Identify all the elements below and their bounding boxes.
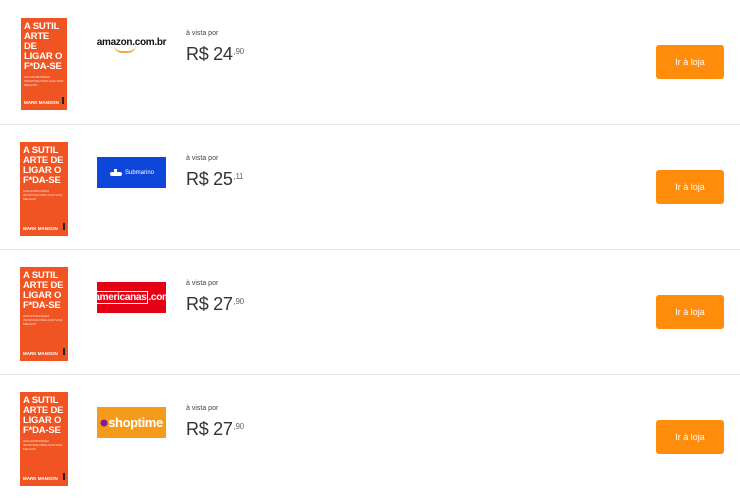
book-title: A SUTIL ARTE DE LIGAR O F*DA-SE xyxy=(24,21,63,72)
go-to-store-button[interactable]: Ir à loja xyxy=(656,295,724,329)
go-to-store-button[interactable]: Ir à loja xyxy=(656,170,724,204)
book-cover-image: A SUTIL ARTE DE LIGAR O F*DA-SE UMA ESTR… xyxy=(21,18,67,110)
price: R$ 27,90 xyxy=(186,419,244,440)
go-to-store-button[interactable]: Ir à loja xyxy=(656,45,724,79)
book-subtitle: UMA ESTRATÉGIA INUSITADA PARA UMA VIDA M… xyxy=(23,439,63,451)
book-author: MARK MANSON xyxy=(24,100,59,105)
publisher-mark xyxy=(62,97,64,104)
price-cents: ,90 xyxy=(233,47,245,56)
store-logo-shoptime: shoptime xyxy=(97,407,166,438)
book-author: MARK MANSON xyxy=(23,226,58,231)
price-label: à vista por xyxy=(186,30,219,37)
shoptime-mark-icon xyxy=(100,419,108,426)
store-logo-americanas: americanas .com xyxy=(92,282,171,313)
book-title: A SUTIL ARTE DE LIGAR O F*DA-SE xyxy=(23,395,64,436)
store-logo-text: Submarino xyxy=(124,169,154,176)
book-cover-image: A SUTIL ARTE DE LIGAR O F*DA-SE UMA ESTR… xyxy=(20,267,68,361)
price: R$ 24,90 xyxy=(186,44,244,65)
price: R$ 27,90 xyxy=(186,294,244,315)
price-label: à vista por xyxy=(186,280,219,287)
go-to-store-button[interactable]: Ir à loja xyxy=(656,420,724,454)
book-cover-image: A SUTIL ARTE DE LIGAR O F*DA-SE UMA ESTR… xyxy=(20,392,68,486)
book-subtitle: UMA ESTRATÉGIA INUSITADA PARA UMA VIDA M… xyxy=(23,314,63,326)
price-label: à vista por xyxy=(186,405,219,412)
price-main: R$ 25 xyxy=(186,169,233,189)
book-title: A SUTIL ARTE DE LIGAR O F*DA-SE xyxy=(23,145,64,186)
book-subtitle: UMA ESTRATÉGIA INUSITADA PARA UMA VIDA M… xyxy=(23,189,63,201)
book-subtitle: UMA ESTRATÉGIA INUSITADA PARA UMA VIDA M… xyxy=(24,75,64,87)
price-cents: ,90 xyxy=(233,297,245,306)
publisher-mark xyxy=(63,223,65,230)
price-main: R$ 27 xyxy=(186,419,233,439)
price-main: R$ 24 xyxy=(186,44,233,64)
store-logo-text: shoptime xyxy=(108,415,163,430)
offer-row-americanas: A SUTIL ARTE DE LIGAR O F*DA-SE UMA ESTR… xyxy=(0,250,740,375)
offer-row-shoptime: A SUTIL ARTE DE LIGAR O F*DA-SE UMA ESTR… xyxy=(0,375,740,500)
publisher-mark xyxy=(63,348,65,355)
offer-row-submarino: A SUTIL ARTE DE LIGAR O F*DA-SE UMA ESTR… xyxy=(0,125,740,250)
book-author: MARK MANSON xyxy=(23,351,58,356)
price: R$ 25,11 xyxy=(186,169,243,190)
price-main: R$ 27 xyxy=(186,294,233,314)
price-cents: ,11 xyxy=(233,172,244,181)
price-label: à vista por xyxy=(186,155,219,162)
amazon-smile-icon xyxy=(113,45,136,53)
price-cents: ,90 xyxy=(233,422,245,431)
publisher-mark xyxy=(63,473,65,480)
book-cover-image: A SUTIL ARTE DE LIGAR O F*DA-SE UMA ESTR… xyxy=(20,142,68,236)
offer-row-amazon: A SUTIL ARTE DE LIGAR O F*DA-SE UMA ESTR… xyxy=(0,0,740,125)
store-logo-text: americanas xyxy=(92,291,149,304)
store-logo-amazon: amazon.com.br xyxy=(97,30,167,60)
store-logo-submarino: Submarino xyxy=(97,157,166,188)
submarine-icon xyxy=(109,168,122,176)
book-author: MARK MANSON xyxy=(23,476,58,481)
book-title: A SUTIL ARTE DE LIGAR O F*DA-SE xyxy=(23,270,64,311)
store-logo-suffix: .com xyxy=(148,292,171,303)
store-logo-text-wrap: americanas .com xyxy=(92,291,171,304)
